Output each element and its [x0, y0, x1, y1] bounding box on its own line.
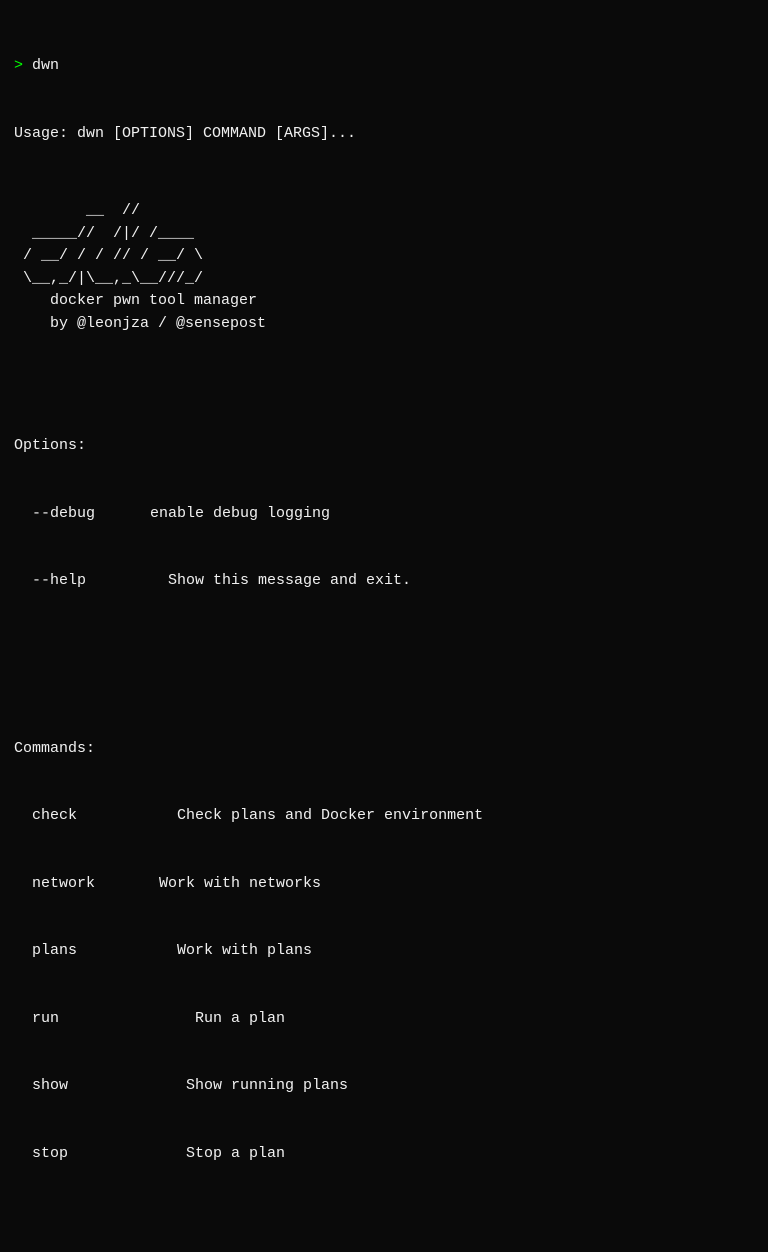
- cmd-check: check Check plans and Docker environment: [14, 805, 754, 828]
- cmd-network-name: network: [32, 873, 132, 896]
- terminal-window: > dwn Usage: dwn [OPTIONS] COMMAND [ARGS…: [14, 10, 754, 1252]
- option-help: --help Show this message and exit.: [14, 570, 754, 593]
- cmd-check-name: check: [32, 805, 132, 828]
- cmd-show-desc: Show running plans: [132, 1077, 348, 1094]
- cmd-run-name: run: [32, 1008, 132, 1031]
- option-debug-desc: enable debug logging: [132, 505, 330, 522]
- cmd-stop-desc: Stop a plan: [132, 1145, 285, 1162]
- option-debug: --debug enable debug logging: [14, 503, 754, 526]
- cmd-show-name: show: [32, 1075, 132, 1098]
- prompt-symbol: >: [14, 57, 23, 74]
- options-header: Options:: [14, 435, 754, 458]
- cmd-network: network Work with networks: [14, 873, 754, 896]
- options-section: Options: --debug enable debug logging --…: [14, 390, 754, 638]
- ascii-line-6: by @leonjza / @sensepost: [14, 315, 266, 332]
- ascii-line-1: __ //: [14, 202, 140, 219]
- ascii-line-2: _____// /|/ /____: [14, 225, 194, 242]
- cmd-plans: plans Work with plans: [14, 940, 754, 963]
- cmd-network-desc: Work with networks: [132, 875, 321, 892]
- cmd-stop-name: stop: [32, 1143, 132, 1166]
- option-debug-flag: --debug: [32, 503, 132, 526]
- cmd-stop: stop Stop a plan: [14, 1143, 754, 1166]
- cmd-show: show Show running plans: [14, 1075, 754, 1098]
- cmd-plans-name: plans: [32, 940, 132, 963]
- command-name: dwn: [32, 57, 59, 74]
- ascii-art-block: __ // _____// /|/ /____ / __/ / / // / _…: [14, 200, 754, 335]
- cmd-run-desc: Run a plan: [132, 1010, 285, 1027]
- cmd-plans-desc: Work with plans: [132, 942, 312, 959]
- commands-header: Commands:: [14, 738, 754, 761]
- ascii-line-3: / __/ / / // / __/ \: [14, 247, 203, 264]
- option-help-flag: --help: [32, 570, 132, 593]
- ascii-line-5: docker pwn tool manager: [14, 292, 257, 309]
- option-help-desc: Show this message and exit.: [132, 572, 411, 589]
- cmd-check-desc: Check plans and Docker environment: [132, 807, 483, 824]
- usage-line: Usage: dwn [OPTIONS] COMMAND [ARGS]...: [14, 123, 754, 146]
- prompt-line: > dwn: [14, 55, 754, 78]
- ascii-line-4: \__,_/|\__,_\__///_/: [14, 270, 203, 287]
- commands-section: Commands: check Check plans and Docker e…: [14, 693, 754, 1211]
- cmd-run: run Run a plan: [14, 1008, 754, 1031]
